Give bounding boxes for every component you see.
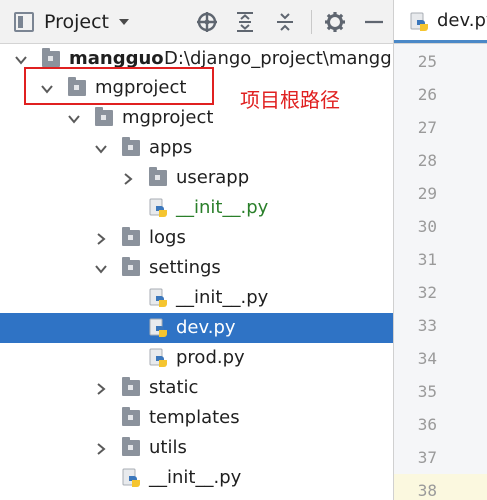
tree-row-label: mgproject [122,107,214,128]
collapse-all-icon[interactable] [275,11,295,33]
chevron-down-icon[interactable] [94,141,108,155]
folder-icon [122,437,140,456]
tree-row-file[interactable]: __init__.py [0,193,393,223]
tree-row-label: __init__.py [176,197,269,218]
annotation-highlight-box [24,67,214,105]
python-file-icon [410,12,430,32]
chevron-down-icon[interactable] [117,15,131,29]
project-view-title[interactable]: Project [44,10,109,34]
folder-icon [122,407,140,426]
line-number: 33 [417,316,437,335]
python-file-icon [149,348,169,368]
tree-row-label: static [149,377,199,398]
chevron-down-icon[interactable] [14,52,28,66]
tree-row-label: logs [149,227,186,248]
chevron-down-icon[interactable] [94,261,108,275]
tree-row-label: utils [149,437,187,458]
header-separator [311,10,312,34]
tree-row-file[interactable]: __init__.py [0,283,393,313]
line-number: 35 [417,382,437,401]
locate-file-icon[interactable] [196,11,218,33]
line-number: 31 [417,250,437,269]
tree-row-folder[interactable]: userapp [0,163,393,193]
folder-icon [149,167,167,186]
line-number: 34 [417,349,437,368]
editor-tab-bar: dev.py [394,0,487,44]
line-number: 27 [417,118,437,137]
project-panel-header: Project [0,0,394,44]
tree-row-folder[interactable]: static [0,373,393,403]
line-number: 26 [417,85,437,104]
tree-row-label: __init__.py [176,287,269,308]
project-view-icon[interactable] [14,12,34,32]
tree-row-file[interactable]: prod.py [0,343,393,373]
chevron-right-icon[interactable] [94,381,108,395]
tree-row-label: dev.py [176,317,236,338]
python-file-icon [122,468,142,488]
line-number: 32 [417,283,437,302]
tab-label: dev.py [437,10,487,31]
line-number-gutter: 25 26 27 28 29 30 31 32 33 34 35 36 37 3… [394,44,487,500]
line-number: 36 [417,415,437,434]
line-number: 38 [417,481,437,500]
tree-row-folder[interactable]: settings [0,253,393,283]
tree-row-folder[interactable]: utils [0,433,393,463]
tree-row-label: __init__.py [149,467,242,488]
tree-row-folder[interactable]: templates [0,403,393,433]
line-number: 30 [417,217,437,236]
current-line-highlight [394,474,487,500]
tree-row-file-selected[interactable]: dev.py [0,313,393,343]
folder-icon [122,137,140,156]
tree-row-file[interactable]: __init__.py [0,463,393,493]
chevron-right-icon[interactable] [94,441,108,455]
tree-row-label: prod.py [176,347,245,368]
folder-icon [42,48,60,67]
gear-icon[interactable] [324,11,346,33]
line-number: 28 [417,151,437,170]
annotation-text: 项目根路径 [240,88,340,112]
tab-dev-py[interactable]: dev.py [394,0,487,43]
line-number: 37 [417,448,437,467]
tree-row-label: templates [149,407,240,428]
tree-row-folder[interactable]: logs [0,223,393,253]
line-number: 25 [417,52,437,71]
python-file-icon [149,198,169,218]
tree-row-label: settings [149,257,221,278]
folder-icon [122,227,140,246]
editor-area: dev.py 25 26 27 28 29 30 31 32 33 34 35 … [394,0,487,500]
chevron-down-icon[interactable] [67,111,81,125]
tree-row-folder[interactable]: apps [0,133,393,163]
python-file-icon [149,318,169,338]
line-number: 29 [417,184,437,203]
folder-icon [122,377,140,396]
chevron-right-icon[interactable] [94,231,108,245]
tree-row-label: apps [149,137,193,158]
python-file-icon [149,288,169,308]
folder-icon [95,107,113,126]
folder-icon [122,257,140,276]
project-tool-window: Project mangguo D:\django_project\manggu… [0,0,394,500]
hide-panel-icon[interactable] [364,11,384,33]
expand-all-icon[interactable] [235,11,255,33]
chevron-right-icon[interactable] [121,171,135,185]
tree-row-label: userapp [176,167,250,188]
